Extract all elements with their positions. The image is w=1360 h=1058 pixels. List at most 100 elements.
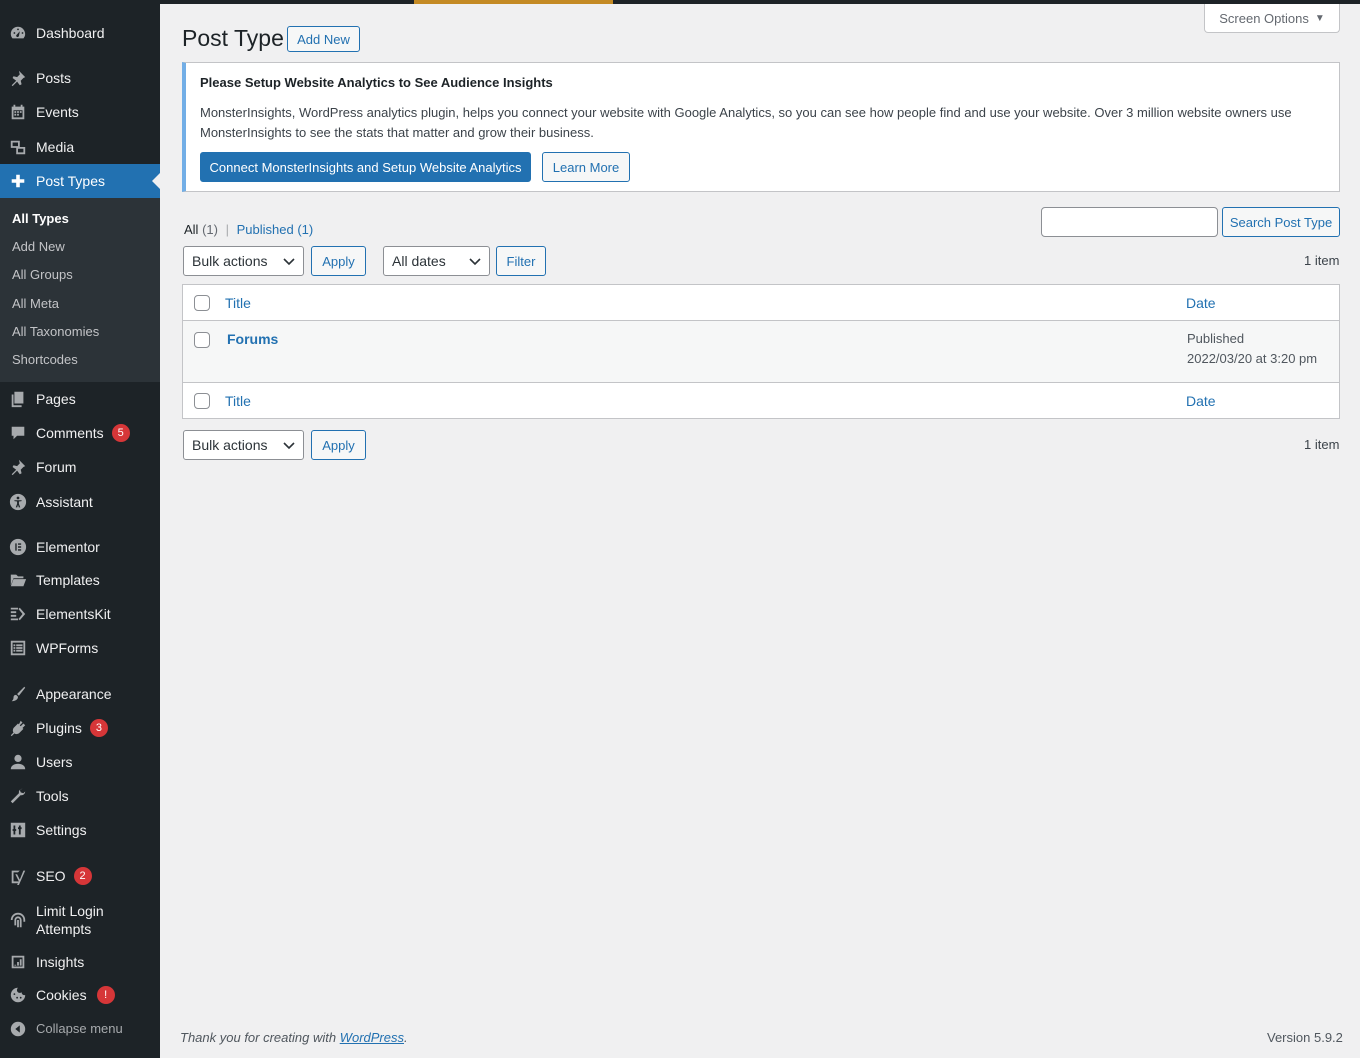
title-column-footer[interactable]: Title	[225, 393, 251, 409]
footer-thanks-prefix: Thank you for creating with	[180, 1030, 340, 1045]
plus-icon	[0, 172, 36, 190]
accessibility-icon	[0, 493, 36, 511]
row-title-link[interactable]: Forums	[227, 331, 278, 347]
filter-button[interactable]: Filter	[496, 246, 546, 276]
calendar-icon	[0, 103, 36, 121]
elementskit-icon	[0, 605, 36, 623]
separator: |	[225, 222, 229, 237]
fingerprint-icon	[0, 911, 36, 929]
status-filter-links: All (1) | Published (1)	[184, 222, 313, 237]
form-icon	[0, 639, 36, 657]
page-title: Post Type	[182, 25, 284, 51]
dates-filter-value: All dates	[392, 253, 446, 269]
table-header-row: Title Date	[183, 285, 1339, 321]
connect-monsterinsights-button[interactable]: Connect MonsterInsights and Setup Websit…	[200, 152, 531, 182]
select-all-checkbox[interactable]	[194, 295, 210, 311]
sidebar-item-assistant[interactable]: Assistant	[0, 485, 160, 519]
collapse-menu-button[interactable]: Collapse menu	[0, 1012, 160, 1046]
yoast-icon	[0, 867, 36, 885]
sidebar-item-label: Tools	[36, 788, 69, 804]
sidebar-item-label: Collapse menu	[36, 1021, 123, 1036]
sidebar-item-forum[interactable]: Forum	[0, 450, 160, 484]
sidebar-item-limit-login-attempts[interactable]: Limit Login Attempts	[0, 902, 160, 938]
add-new-button[interactable]: Add New	[287, 26, 360, 52]
settings-sliders-icon	[0, 821, 36, 839]
status-published-count: (1)	[297, 222, 314, 237]
row-status: Published	[1187, 331, 1245, 346]
sidebar-item-cookies[interactable]: Cookies !	[0, 978, 160, 1012]
sidebar-item-post-types[interactable]: Post Types	[0, 164, 160, 198]
cookie-icon	[0, 986, 36, 1004]
comments-count-badge: 5	[111, 424, 130, 442]
sidebar-item-wpforms[interactable]: WPForms	[0, 631, 160, 665]
bulk-actions-select-bottom[interactable]: Bulk actions	[183, 430, 304, 460]
collapse-arrow-icon	[0, 1020, 36, 1038]
sidebar-item-label: Dashboard	[36, 25, 105, 41]
sidebar-item-templates[interactable]: Templates	[0, 563, 160, 597]
sidebar-item-label: Users	[36, 754, 73, 770]
pushpin-icon	[0, 69, 36, 87]
sidebar-item-users[interactable]: Users	[0, 745, 160, 779]
post-types-table: Title Date Forums Published 2022/03/20 a…	[182, 284, 1340, 419]
apply-button-top[interactable]: Apply	[311, 246, 366, 276]
dates-filter-select[interactable]: All dates	[383, 246, 490, 276]
submenu-all-taxonomies[interactable]: All Taxonomies	[12, 324, 99, 339]
media-icon	[0, 138, 36, 156]
sidebar-item-label: Pages	[36, 391, 76, 407]
sidebar-item-label: Comments	[36, 425, 104, 441]
sidebar-item-label: Forum	[36, 459, 77, 475]
sidebar-item-media[interactable]: Media	[0, 130, 160, 164]
date-column-footer[interactable]: Date	[1186, 393, 1216, 409]
bulk-actions-value: Bulk actions	[192, 253, 268, 269]
seo-notification-badge: 2	[73, 867, 92, 885]
apply-button-bottom[interactable]: Apply	[311, 430, 366, 460]
paintbrush-icon	[0, 685, 36, 703]
select-all-checkbox-bottom[interactable]	[194, 393, 210, 409]
plugins-update-badge: 3	[89, 719, 108, 737]
version-text: Version 5.9.2	[1267, 1030, 1343, 1045]
sidebar-item-label: Elementor	[36, 539, 100, 555]
notice-text: MonsterInsights, WordPress analytics plu…	[200, 105, 1292, 140]
sidebar-item-tools[interactable]: Tools	[0, 779, 160, 813]
submenu-all-groups[interactable]: All Groups	[12, 267, 73, 282]
submenu-all-types[interactable]: All Types	[12, 211, 69, 226]
sidebar-item-appearance[interactable]: Appearance	[0, 677, 160, 711]
sidebar-item-insights[interactable]: Insights	[0, 945, 160, 979]
sidebar-item-settings[interactable]: Settings	[0, 813, 160, 847]
sidebar-item-events[interactable]: Events	[0, 95, 160, 129]
comment-icon	[0, 424, 36, 442]
sidebar-item-label: SEO	[36, 868, 66, 884]
sidebar-item-pages[interactable]: Pages	[0, 382, 160, 416]
search-input[interactable]	[1041, 207, 1218, 237]
sidebar-item-elementor[interactable]: Elementor	[0, 530, 160, 564]
pushpin-icon	[0, 458, 36, 476]
sidebar-item-plugins[interactable]: Plugins 3	[0, 711, 160, 745]
bulk-actions-select[interactable]: Bulk actions	[183, 246, 304, 276]
title-column-header[interactable]: Title	[225, 295, 251, 311]
chevron-down-icon	[469, 258, 481, 266]
sidebar-item-dashboard[interactable]: Dashboard	[0, 16, 160, 50]
post-types-submenu: All Types Add New All Groups All Meta Al…	[0, 198, 160, 382]
insights-icon	[0, 953, 36, 971]
submenu-all-meta[interactable]: All Meta	[12, 296, 59, 311]
chevron-down-icon	[283, 442, 295, 450]
learn-more-button[interactable]: Learn More	[542, 152, 630, 182]
top-bar-highlight	[414, 0, 613, 4]
sidebar-item-posts[interactable]: Posts	[0, 61, 160, 95]
sidebar-item-elementskit[interactable]: ElementsKit	[0, 597, 160, 631]
status-all-link[interactable]: All	[184, 222, 198, 237]
sidebar-item-seo[interactable]: SEO 2	[0, 859, 160, 893]
status-published-link[interactable]: Published	[237, 222, 294, 237]
pages-icon	[0, 390, 36, 408]
sidebar-item-label: Posts	[36, 70, 72, 86]
sidebar-item-label: Appearance	[36, 686, 112, 702]
wordpress-link[interactable]: WordPress	[340, 1030, 404, 1045]
screen-options-toggle[interactable]: Screen Options ▼	[1204, 4, 1340, 33]
date-column-header[interactable]: Date	[1186, 295, 1216, 311]
chevron-down-icon	[283, 258, 295, 266]
submenu-shortcodes[interactable]: Shortcodes	[12, 352, 78, 367]
submenu-add-new[interactable]: Add New	[12, 239, 65, 254]
search-post-type-button[interactable]: Search Post Type	[1222, 207, 1340, 237]
row-checkbox[interactable]	[194, 332, 210, 348]
sidebar-item-comments[interactable]: Comments 5	[0, 416, 160, 450]
